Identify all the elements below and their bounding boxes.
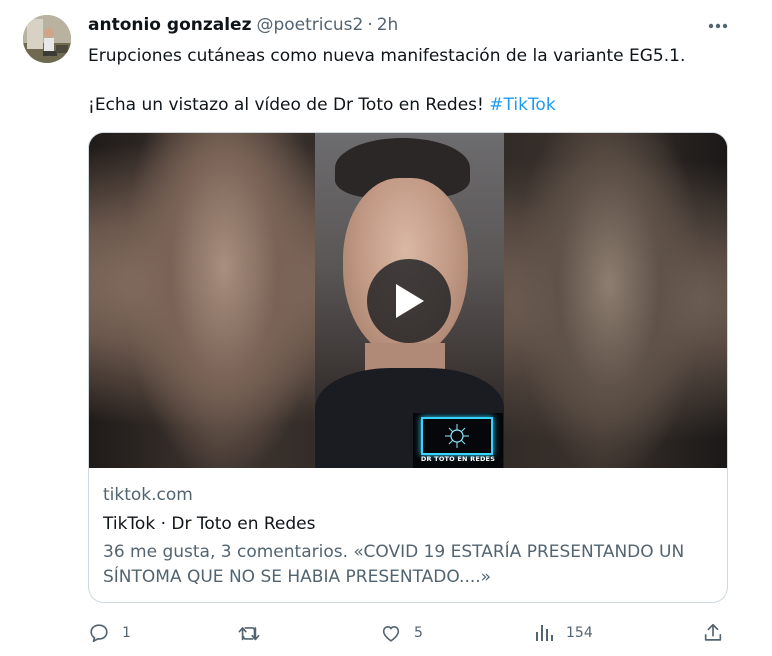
video-thumbnail[interactable]: DR TOTO EN REDES bbox=[89, 133, 727, 468]
logo-frame bbox=[421, 417, 493, 455]
tweet-text-line: ¡Echa un vistazo al vídeo de Dr Toto en … bbox=[88, 94, 556, 116]
retweet-icon bbox=[238, 627, 260, 641]
reply-icon bbox=[90, 624, 108, 643]
heart-icon bbox=[382, 626, 400, 642]
tweet-text-line: Erupciones cutáneas como nueva manifesta… bbox=[88, 46, 686, 66]
blurred-face-left bbox=[129, 133, 319, 468]
virus-icon bbox=[445, 424, 469, 448]
avatar-image bbox=[23, 15, 71, 63]
avatar[interactable] bbox=[23, 15, 71, 63]
channel-logo: DR TOTO EN REDES bbox=[413, 413, 503, 468]
play-icon bbox=[396, 284, 424, 318]
blurred-face-right bbox=[519, 133, 699, 468]
views-button[interactable]: 154 bbox=[534, 620, 593, 646]
share-icon bbox=[704, 623, 722, 641]
tweet-header: antonio gonzalez @poetricus2 · 2h bbox=[88, 15, 398, 37]
share-button[interactable] bbox=[702, 620, 724, 646]
separator-dot: · bbox=[367, 15, 373, 35]
author-handle[interactable]: @poetricus2 bbox=[256, 15, 363, 35]
action-bar: 1 5 154 bbox=[0, 620, 772, 646]
retweet-button[interactable] bbox=[237, 620, 273, 646]
tweet[interactable]: antonio gonzalez @poetricus2 · 2h Erupci… bbox=[0, 0, 772, 656]
tweet-text: ¡Echa un vistazo al vídeo de Dr Toto en … bbox=[88, 95, 484, 115]
more-options-button[interactable] bbox=[705, 14, 731, 38]
author-name[interactable]: antonio gonzalez bbox=[88, 15, 251, 35]
hashtag-link[interactable]: #TikTok bbox=[489, 95, 555, 115]
link-card[interactable]: DR TOTO EN REDES tiktok.com TikTok · Dr … bbox=[88, 132, 728, 603]
timestamp[interactable]: 2h bbox=[377, 15, 399, 35]
more-horizontal-icon bbox=[708, 23, 728, 29]
like-button[interactable]: 5 bbox=[380, 620, 423, 646]
card-title: TikTok · Dr Toto en Redes bbox=[103, 514, 316, 534]
views-chart-icon bbox=[536, 625, 553, 641]
play-button[interactable] bbox=[367, 259, 451, 343]
card-domain: tiktok.com bbox=[103, 485, 193, 505]
like-count: 5 bbox=[414, 625, 423, 641]
view-count: 154 bbox=[566, 625, 593, 641]
card-description: 36 me gusta, 3 comentarios. «COVID 19 ES… bbox=[103, 542, 685, 587]
logo-text: DR TOTO EN REDES bbox=[420, 455, 496, 463]
reply-count: 1 bbox=[122, 625, 131, 641]
reply-button[interactable]: 1 bbox=[88, 620, 131, 646]
